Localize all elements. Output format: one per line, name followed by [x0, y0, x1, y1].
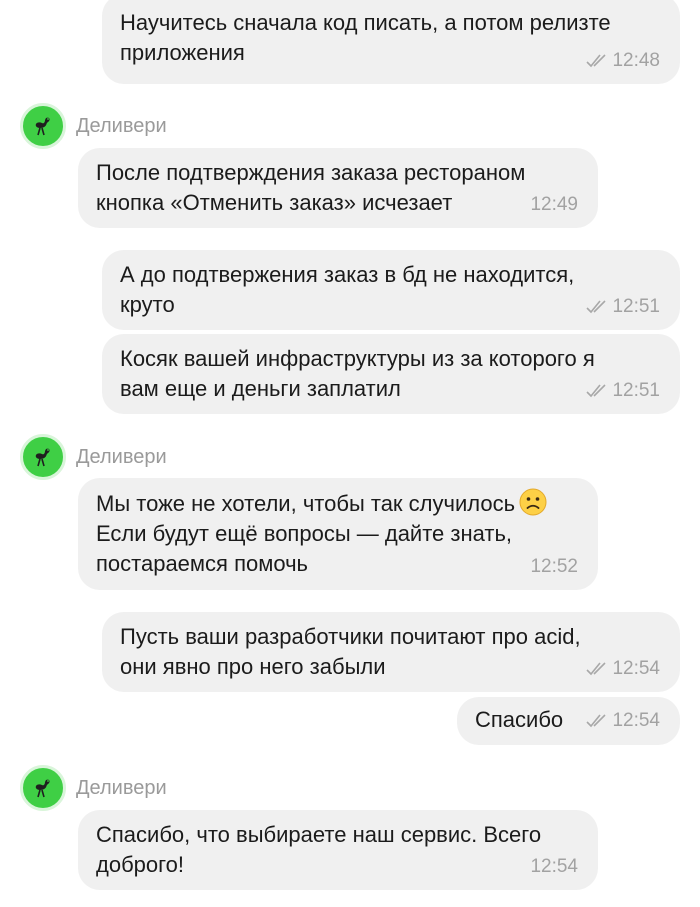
- message-time: 12:49: [530, 194, 578, 215]
- sender-header: Деливери: [20, 102, 167, 150]
- slightly-frowning-face-icon: [519, 488, 547, 516]
- incoming-message[interactable]: После подтверждения заказа рестораном кн…: [78, 148, 598, 228]
- double-check-icon: [586, 383, 608, 399]
- sender-avatar[interactable]: [20, 103, 66, 149]
- incoming-message[interactable]: Мы тоже не хотели, чтобы так случилось Е…: [78, 478, 598, 590]
- message-text: А до подтвержения заказ в бд не находитс…: [120, 262, 575, 317]
- double-check-icon: [586, 713, 608, 729]
- sender-header: Деливери: [20, 433, 167, 481]
- incoming-message[interactable]: Спасибо, что выбираете наш сервис. Всего…: [78, 810, 598, 890]
- ostrich-icon: [35, 779, 50, 798]
- message-meta: 12:54: [586, 710, 660, 732]
- message-meta: 12:54: [530, 856, 578, 878]
- message-time: 12:51: [612, 296, 660, 317]
- message-text: Мы тоже не хотели, чтобы так случилось Е…: [96, 488, 580, 579]
- message-time: 12:48: [612, 50, 660, 71]
- message-time: 12:54: [530, 856, 578, 877]
- sender-avatar[interactable]: [20, 765, 66, 811]
- sender-header: Деливери: [20, 764, 167, 812]
- message-meta: 12:49: [530, 194, 578, 216]
- ostrich-icon: [35, 448, 50, 467]
- message-time: 12:52: [530, 556, 578, 577]
- double-check-icon: [586, 661, 608, 677]
- message-text: Пусть ваши разработчики почитают про aci…: [120, 624, 581, 679]
- double-check-icon: [586, 299, 608, 315]
- message-meta: 12:54: [586, 658, 660, 680]
- sender-name: Деливери: [76, 445, 167, 468]
- sender-name: Деливери: [76, 114, 167, 137]
- sender-name: Деливери: [76, 776, 167, 799]
- outgoing-message[interactable]: Спасибо 12:54: [457, 697, 680, 745]
- message-meta: 12:51: [586, 380, 660, 402]
- outgoing-message[interactable]: Научитесь сначала код писать, а потом ре…: [102, 0, 680, 84]
- message-time: 12:51: [612, 380, 660, 401]
- outgoing-message[interactable]: Пусть ваши разработчики почитают про aci…: [102, 612, 680, 692]
- sender-avatar[interactable]: [20, 434, 66, 480]
- message-meta: 12:52: [530, 556, 578, 578]
- outgoing-message[interactable]: А до подтвержения заказ в бд не находитс…: [102, 250, 680, 330]
- message-text: После подтверждения заказа рестораном кн…: [96, 160, 526, 215]
- message-text-line: Мы тоже не хотели, чтобы так случилось: [96, 491, 516, 516]
- double-check-icon: [586, 53, 608, 69]
- message-meta: 12:48: [586, 50, 660, 72]
- message-text: Научитесь сначала код писать, а потом ре…: [120, 10, 611, 65]
- message-time: 12:54: [612, 658, 660, 679]
- message-text-rest: Если будут ещё вопросы — дайте знать, по…: [96, 521, 513, 576]
- outgoing-message[interactable]: Косяк вашей инфраструктуры из за которог…: [102, 334, 680, 414]
- chat-history: Научитесь сначала код писать, а потом ре…: [0, 0, 700, 907]
- ostrich-icon: [35, 117, 50, 136]
- message-text: Косяк вашей инфраструктуры из за которог…: [120, 346, 595, 401]
- message-text: Спасибо, что выбираете наш сервис. Всего…: [96, 822, 542, 877]
- message-meta: 12:51: [586, 296, 660, 318]
- message-time: 12:54: [612, 710, 660, 731]
